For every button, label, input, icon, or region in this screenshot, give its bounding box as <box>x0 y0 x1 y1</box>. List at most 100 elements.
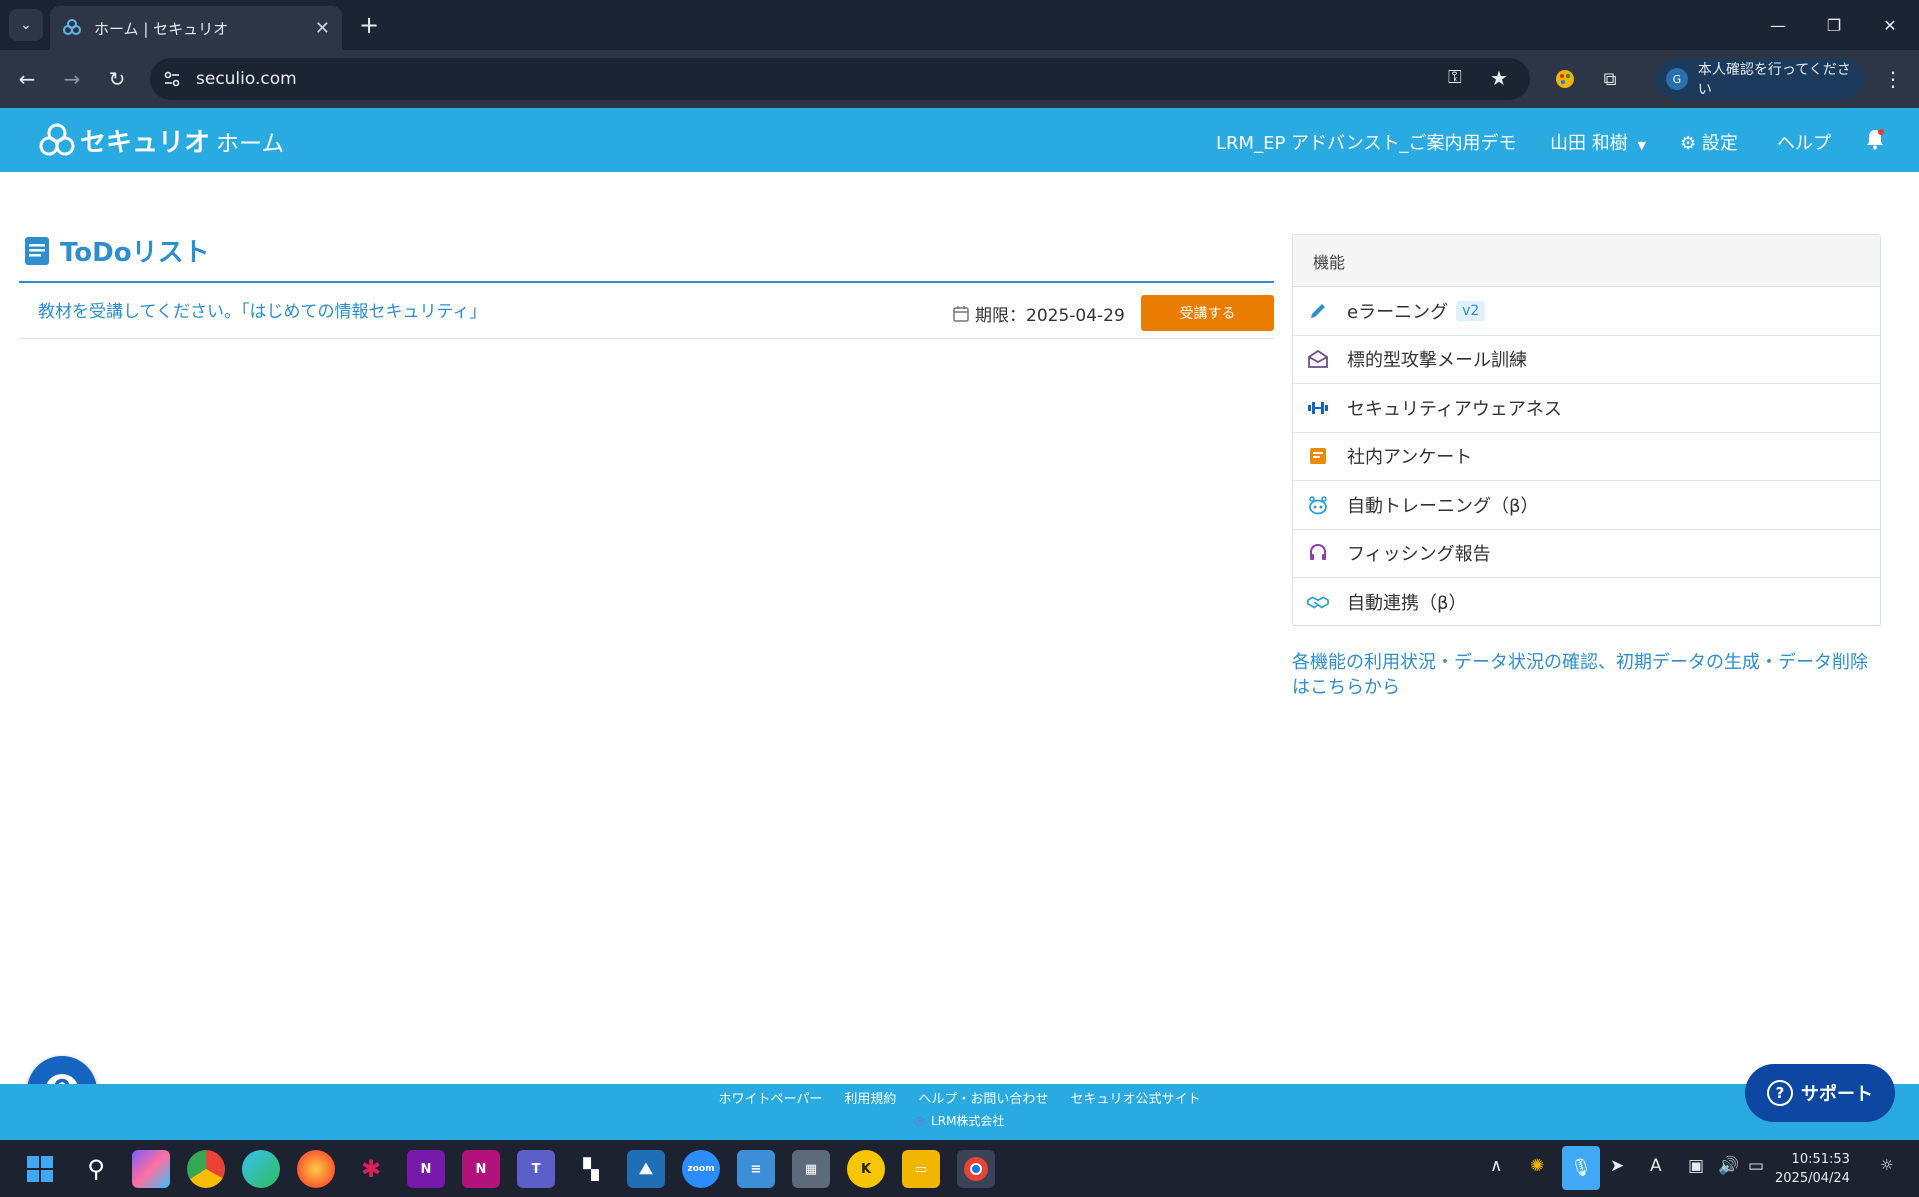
app-footer: ホワイトペーパー 利用規約 ヘルプ・お問い合わせ セキュリオ公式サイト ◎ LR… <box>0 1084 1919 1140</box>
windows-taskbar: ⚲ ✱ N N T ▚ ⛰ zoom ≡ ▦ K ▭ ∧ ✺ 🎙 ➤ A ▣ 🔊… <box>0 1140 1919 1197</box>
company-name: LRM株式会社 <box>931 1114 1005 1128</box>
microphone-icon[interactable]: 🎙 <box>1562 1146 1600 1190</box>
minimize-button[interactable]: — <box>1750 0 1806 50</box>
clock-time: 10:51:53 <box>1791 1152 1850 1167</box>
notepad-icon[interactable]: ≡ <box>737 1150 775 1188</box>
file-explorer-icon[interactable]: ▭ <box>902 1150 940 1188</box>
user-menu[interactable]: 山田 和樹 ▼ <box>1550 129 1646 155</box>
profile-label: 本人確認を行ってください <box>1697 62 1851 98</box>
forward-button[interactable]: → <box>55 62 89 96</box>
browser-tab[interactable]: ホーム | セキュリオ ✕ <box>50 6 342 50</box>
take-course-button[interactable]: 受講する <box>1141 295 1274 331</box>
ime-indicator[interactable]: A <box>1650 1156 1662 1176</box>
search-icon: ⚲ <box>87 1155 105 1183</box>
back-button[interactable]: ← <box>10 62 44 96</box>
tab-title: ホーム | セキュリオ <box>94 19 229 38</box>
chevron-down-icon: ⌄ <box>20 17 32 33</box>
feature-elearning[interactable]: eラーニング v2 <box>1293 287 1880 336</box>
notification-bell[interactable] <box>1865 128 1885 155</box>
feature-internal-survey[interactable]: 社内アンケート <box>1293 433 1880 481</box>
nvoice-app-icon[interactable]: N <box>462 1150 500 1188</box>
network-icon[interactable]: ▣ <box>1688 1156 1704 1176</box>
photos-icon[interactable]: ⛰ <box>627 1150 665 1188</box>
org-name-link[interactable]: LRM_EP アドバンスト_ご案内用デモ <box>1216 129 1517 155</box>
chrome-app-icon[interactable] <box>187 1150 225 1188</box>
taskbar-search[interactable]: ⚲ <box>77 1150 115 1188</box>
todo-item-link[interactable]: 教材を受講してください。「はじめての情報セキュリティ」 <box>38 297 486 322</box>
reload-icon: ↻ <box>108 67 126 91</box>
caret-down-icon: ▼ <box>1637 139 1646 152</box>
help-link[interactable]: ヘルプ <box>1777 129 1831 155</box>
feature-phishing-training[interactable]: 標的型攻撃メール訓練 <box>1293 336 1880 384</box>
dumbbell-icon <box>1307 397 1329 419</box>
feature-security-awareness[interactable]: セキュリティアウェアネス <box>1293 384 1880 433</box>
feature-auto-training[interactable]: 自動トレーニング（β） <box>1293 481 1880 530</box>
workspaces-icon[interactable]: ▚ <box>572 1150 610 1188</box>
footer-copyright: ◎ LRM株式会社 <box>0 1112 1919 1129</box>
features-status-link[interactable]: 各機能の利用状況・データ状況の確認、初期データの生成・データ削除はこちらから <box>1292 650 1881 700</box>
chrome-active-icon[interactable] <box>957 1150 995 1188</box>
feature-phishing-report[interactable]: フィッシング報告 <box>1293 530 1880 578</box>
browser-toolbar: ← → ↻ seculio.com ⚿ ★ ⧉ G 本人確認を行ってください ⋮ <box>0 50 1919 108</box>
feature-label: 社内アンケート <box>1347 447 1473 469</box>
support-button[interactable]: ? サポート <box>1745 1064 1895 1122</box>
key-icon[interactable]: ⚿ <box>1448 67 1462 88</box>
close-window-button[interactable]: ✕ <box>1862 0 1918 50</box>
page-label: ホーム <box>216 131 285 157</box>
question-icon: ? <box>1767 1080 1793 1106</box>
restore-button[interactable]: ❐ <box>1806 0 1862 50</box>
battery-icon[interactable]: ▭ <box>1748 1156 1764 1176</box>
settings-label: 設定 <box>1701 133 1738 154</box>
start-button[interactable] <box>21 1150 59 1188</box>
settings-link[interactable]: ⚙ 設定 <box>1680 129 1738 155</box>
arrow-left-icon: ← <box>18 67 36 91</box>
address-bar[interactable]: seculio.com ⚿ ★ <box>150 58 1530 100</box>
feature-label: eラーニング <box>1347 301 1449 323</box>
firefox-icon[interactable] <box>297 1150 335 1188</box>
feature-auto-integration[interactable]: 自動連携（β） <box>1293 578 1880 627</box>
todo-deadline: 期限：2025-04-29 <box>953 301 1125 326</box>
footer-link-official-site[interactable]: セキュリオ公式サイト <box>1070 1088 1200 1107</box>
footer-link-help[interactable]: ヘルプ・お問い合わせ <box>918 1088 1048 1107</box>
mail-icon <box>1307 348 1329 370</box>
keeper-icon[interactable]: K <box>847 1150 885 1188</box>
teams-icon[interactable]: T <box>517 1150 555 1188</box>
footer-link-whitepaper[interactable]: ホワイトペーパー <box>719 1088 823 1107</box>
profile-button[interactable]: G 本人確認を行ってください <box>1656 59 1864 99</box>
deadline-text: 期限：2025-04-29 <box>975 306 1125 326</box>
todo-item: 教材を受講してください。「はじめての情報セキュリティ」 期限：2025-04-2… <box>19 283 1274 339</box>
footer-link-terms[interactable]: 利用規約 <box>844 1088 896 1107</box>
pencil-icon <box>1307 300 1329 322</box>
extension-palette-icon[interactable] <box>1548 62 1582 96</box>
url-text: seculio.com <box>196 69 297 89</box>
notification-center-icon[interactable]: ☼ <box>1880 1156 1893 1174</box>
feature-label: 自動トレーニング（β） <box>1347 495 1539 517</box>
tray-app-icon[interactable]: ✺ <box>1530 1156 1544 1176</box>
edge-icon[interactable] <box>242 1150 280 1188</box>
site-settings-icon[interactable] <box>162 69 182 89</box>
volume-icon[interactable]: 🔊 <box>1718 1156 1739 1176</box>
seculio-logo[interactable]: セキュリオ <box>38 121 210 159</box>
browser-menu-button[interactable]: ⋮ <box>1876 62 1910 96</box>
extensions-puzzle-icon[interactable]: ⧉ <box>1593 62 1627 96</box>
copilot-icon[interactable] <box>132 1150 170 1188</box>
tab-close-icon[interactable]: ✕ <box>315 18 330 39</box>
calculator-icon[interactable]: ▦ <box>792 1150 830 1188</box>
profile-avatar: G <box>1666 68 1688 90</box>
clock-date: 2025/04/24 <box>1775 1171 1850 1186</box>
taskbar-clock[interactable]: 10:51:53 2025/04/24 <box>1775 1150 1850 1188</box>
tab-search-button[interactable]: ⌄ <box>9 9 43 41</box>
user-name: 山田 和樹 <box>1550 133 1628 154</box>
tray-overflow-icon[interactable]: ∧ <box>1490 1156 1502 1176</box>
bookmark-star-icon[interactable]: ★ <box>1490 66 1508 90</box>
reload-button[interactable]: ↻ <box>100 62 134 96</box>
gear-icon: ⚙ <box>1680 133 1697 154</box>
feature-label: 自動連携（β） <box>1347 593 1467 615</box>
features-panel: 機能 eラーニング v2 標的型攻撃メール訓練 セキュリティアウェアネス 社内ア… <box>1292 234 1881 626</box>
onenote-icon[interactable]: N <box>407 1150 445 1188</box>
zoom-icon[interactable]: zoom <box>682 1150 720 1188</box>
logo-mark-icon <box>39 123 75 156</box>
location-icon[interactable]: ➤ <box>1610 1156 1624 1176</box>
slack-icon[interactable]: ✱ <box>352 1150 390 1188</box>
new-tab-button[interactable]: + <box>352 8 386 42</box>
